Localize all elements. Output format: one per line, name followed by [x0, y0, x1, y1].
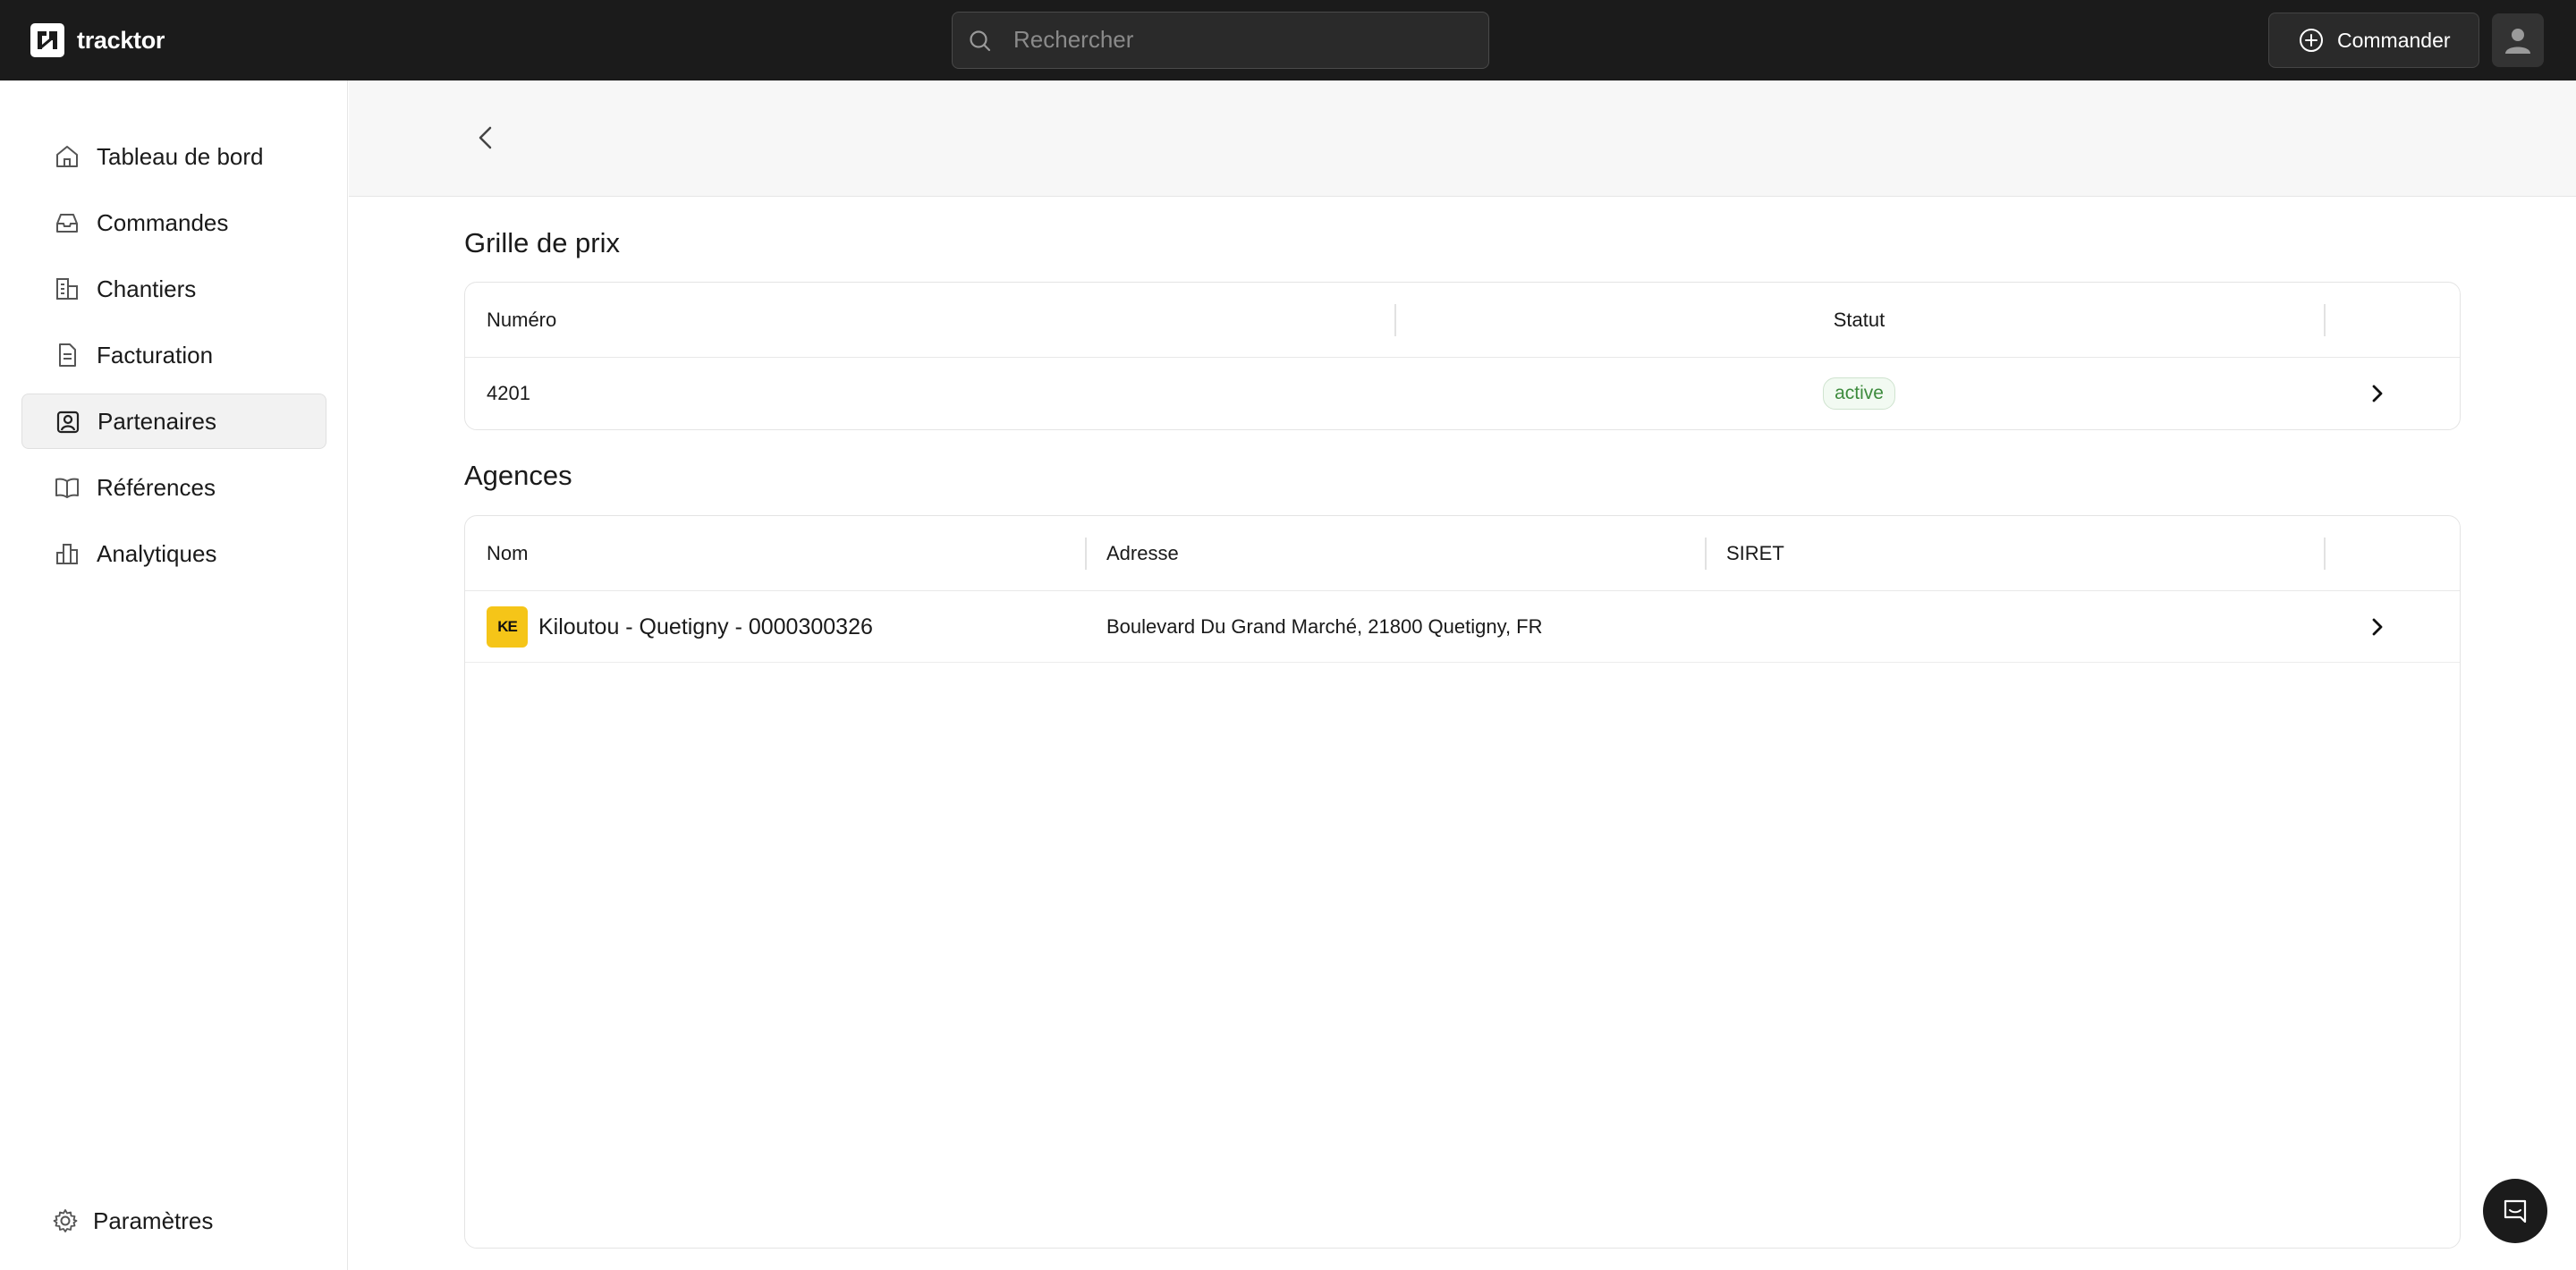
column-header-address: Adresse — [1106, 542, 1179, 564]
column-separator — [1085, 538, 1087, 570]
search-input[interactable] — [1013, 13, 1479, 67]
order-button[interactable]: Commander — [2268, 13, 2479, 68]
gear-icon — [53, 1209, 78, 1232]
table-header: Numéro Statut — [465, 283, 2460, 358]
sidebar-item-label: Références — [97, 473, 216, 501]
contact-icon — [56, 411, 80, 434]
sidebar-item-label: Chantiers — [97, 275, 197, 302]
sidebar-item-dashboard[interactable]: Tableau de bord — [21, 129, 326, 184]
agencies-table: Nom Adresse SIRET KE Kiloutou - Quetigny… — [464, 515, 2461, 1249]
back-chevron-icon[interactable] — [470, 122, 503, 154]
sidebar-item-analytics[interactable]: Analytiques — [21, 526, 326, 581]
user-avatar[interactable] — [2492, 13, 2544, 67]
search-box[interactable] — [952, 12, 1489, 69]
chat-icon — [2504, 1199, 2527, 1223]
user-icon — [2505, 29, 2530, 54]
price-grid-table: Numéro Statut 4201 active — [464, 282, 2461, 430]
top-bar: tracktor Commander — [0, 0, 2576, 80]
kiloutou-logo: KE — [487, 606, 528, 648]
building-icon — [56, 278, 78, 300]
book-icon — [55, 478, 79, 498]
agency-name: Kiloutou - Quetigny - 0000300326 — [538, 614, 873, 639]
sidebar: Tableau de bord Commandes Chantiers Fact… — [0, 80, 348, 1270]
brand-name: tracktor — [77, 26, 165, 54]
table-row[interactable]: KE Kiloutou - Quetigny - 0000300326 Boul… — [465, 591, 2460, 663]
table-header: Nom Adresse SIRET — [465, 516, 2460, 591]
column-header-siret: SIRET — [1726, 542, 1784, 564]
sidebar-item-label: Partenaires — [97, 407, 216, 435]
sidebar-item-label: Commandes — [97, 208, 229, 236]
column-separator — [1705, 538, 1707, 570]
sidebar-item-sites[interactable]: Chantiers — [21, 261, 326, 317]
agency-address: Boulevard Du Grand Marché, 21800 Quetign… — [1106, 615, 1543, 638]
sidebar-item-references[interactable]: Références — [21, 460, 326, 515]
sidebar-item-label: Facturation — [97, 341, 214, 368]
column-separator — [2324, 538, 2326, 570]
chat-button[interactable] — [2483, 1179, 2547, 1243]
sidebar-item-label: Analytiques — [97, 539, 217, 567]
main-content: Grille de prix Numéro Statut 4201 active… — [349, 80, 2576, 1270]
table-row[interactable]: 4201 active — [465, 358, 2460, 429]
column-header-number: Numéro — [487, 309, 557, 331]
inbox-icon — [56, 214, 78, 233]
order-button-label: Commander — [2337, 28, 2451, 52]
sidebar-item-settings[interactable]: Paramètres — [52, 1193, 213, 1249]
agency-name-cell: KE Kiloutou - Quetigny - 0000300326 — [487, 591, 873, 663]
plus-circle-icon — [2300, 29, 2323, 52]
column-separator — [2324, 304, 2326, 336]
tracktor-logo-icon — [30, 23, 64, 57]
price-grid-number: 4201 — [487, 382, 530, 404]
sidebar-item-partners[interactable]: Partenaires — [21, 394, 326, 449]
settings-label: Paramètres — [93, 1206, 214, 1234]
status-badge: active — [1823, 377, 1895, 410]
brand-logo[interactable]: tracktor — [30, 22, 165, 58]
search-icon — [970, 30, 991, 52]
sidebar-item-billing[interactable]: Facturation — [21, 327, 326, 383]
document-icon — [59, 343, 76, 367]
chevron-right-icon[interactable] — [2365, 381, 2390, 406]
chevron-right-icon[interactable] — [2365, 614, 2390, 639]
sidebar-item-orders[interactable]: Commandes — [21, 195, 326, 250]
column-header-status: Statut — [1833, 309, 1885, 331]
sidebar-item-label: Tableau de bord — [97, 142, 264, 170]
chart-icon — [56, 544, 78, 564]
status-cell: active — [1394, 358, 2324, 429]
agencies-title: Agences — [464, 460, 572, 491]
page-header — [349, 80, 2576, 197]
column-header-name: Nom — [487, 542, 529, 564]
home-icon — [56, 146, 78, 167]
price-grid-title: Grille de prix — [464, 227, 620, 258]
